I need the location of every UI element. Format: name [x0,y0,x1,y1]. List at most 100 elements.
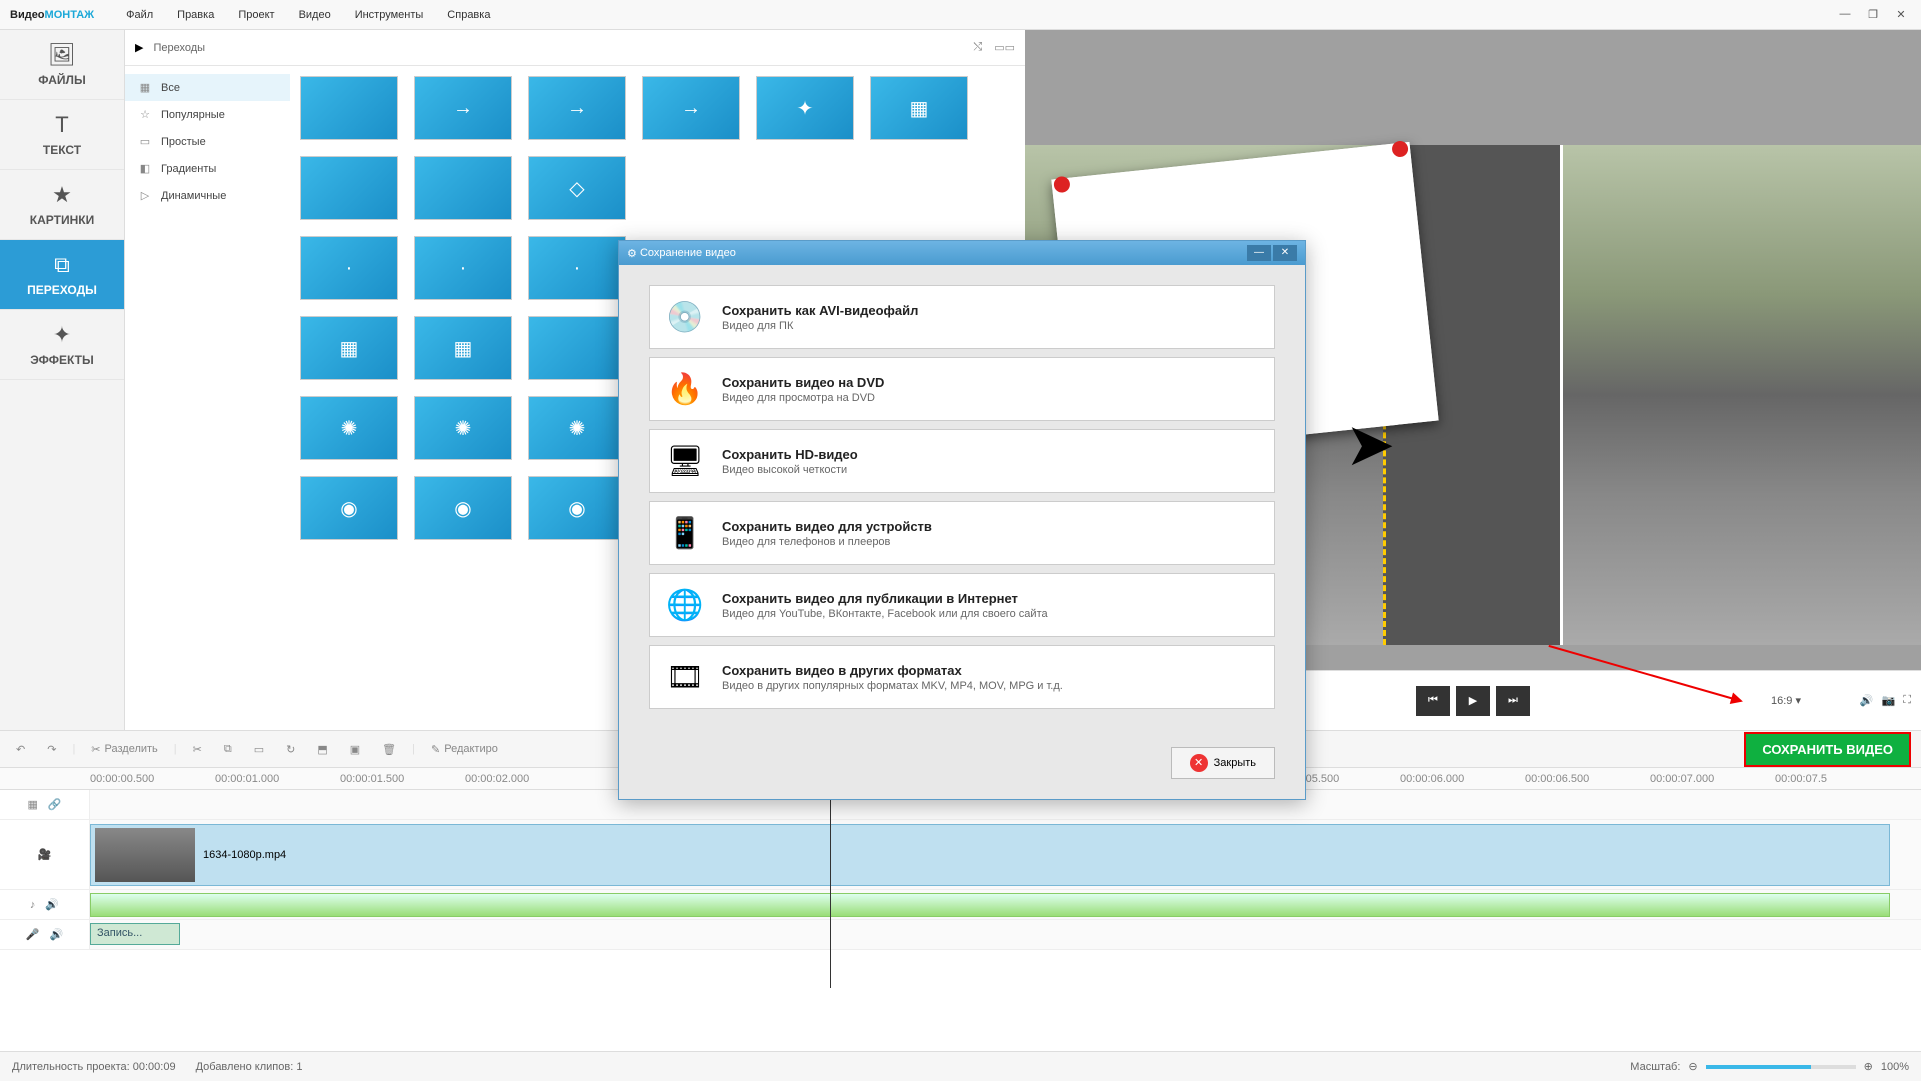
edit-button[interactable]: ✎ Редактиро [425,739,504,760]
disc-icon: 💿 [664,296,706,338]
phone-icon: 📱 [664,512,706,554]
menu-edit[interactable]: Правка [165,9,226,21]
crop-button[interactable]: ⬒ [311,739,333,760]
video-track[interactable]: 🎥 1634-1080p.mp4 [0,820,1921,890]
save-option-avi[interactable]: 💿Сохранить как AVI-видеофайлВидео для ПК [649,285,1275,349]
transition-thumb[interactable]: → [414,76,512,140]
minimize-icon[interactable]: — [1835,8,1855,21]
transition-thumb[interactable]: · [300,236,398,300]
delete-button[interactable]: 🗑 [376,739,402,760]
tab-files[interactable]: 🖼ФАЙЛЫ [0,30,124,100]
transition-thumb[interactable]: ◉ [528,476,626,540]
save-option-dvd[interactable]: 🔥Сохранить видео на DVDВидео для просмот… [649,357,1275,421]
transition-thumb[interactable] [414,156,512,220]
grid-icon: ▦ [137,81,153,94]
apply-all-icon[interactable]: ▭▭ [994,41,1015,54]
video-icon: 🎥 [38,848,52,861]
audio-track[interactable]: ♪🔊 [0,890,1921,920]
record-clip[interactable]: Запись... [90,923,180,945]
transition-thumb[interactable]: → [528,76,626,140]
transition-thumb[interactable]: ▦ [414,316,512,380]
zoom-slider[interactable] [1706,1065,1856,1069]
playhead[interactable] [830,788,831,988]
statusbar: Длительность проекта: 00:00:09 Добавлено… [0,1051,1921,1081]
dialog-close-action-button[interactable]: ✕Закрыть [1171,747,1275,779]
mic-icon: 🎤 [26,928,40,941]
transition-thumb[interactable]: · [414,236,512,300]
redo-button[interactable]: ↷ [41,739,62,760]
close-icon[interactable]: ✕ [1891,8,1911,21]
gradient-icon: ◧ [137,162,153,175]
zoom-out-button[interactable]: ⊖ [1688,1060,1697,1073]
transition-thumb[interactable]: ◉ [414,476,512,540]
paste-button[interactable]: ▭ [248,739,270,760]
speaker-icon[interactable]: 🔊 [50,928,64,941]
cat-simple[interactable]: ▭Простые [125,128,290,155]
transition-thumb[interactable]: ✦ [756,76,854,140]
menu-tools[interactable]: Инструменты [343,9,436,21]
save-option-other[interactable]: 🎞Сохранить видео в других форматахВидео … [649,645,1275,709]
transition-thumb[interactable] [528,316,626,380]
dialog-titlebar[interactable]: ⚙ Сохранение видео —✕ [619,241,1305,265]
volume-icon[interactable]: 🔊 [1860,694,1874,707]
timeline: ▦ 🔗 🎥 1634-1080p.mp4 ♪🔊 🎤 🔊 Запись... [0,790,1921,950]
split-button[interactable]: ✂ Разделить [85,739,164,760]
cat-dynamic[interactable]: ▷Динамичные [125,182,290,209]
menu-help[interactable]: Справка [435,9,502,21]
transition-thumb[interactable]: ▦ [300,316,398,380]
star-icon: ★ [52,182,72,208]
shuffle-icon[interactable]: ⤭ [973,41,982,54]
tab-text[interactable]: TТЕКСТ [0,100,124,170]
menu-project[interactable]: Проект [226,9,286,21]
cat-gradients[interactable]: ◧Градиенты [125,155,290,182]
save-dialog: ⚙ Сохранение видео —✕ 💿Сохранить как AVI… [618,240,1306,800]
effects-icon: ✦ [53,322,71,348]
aspect-selector[interactable]: 16:9 ▾ [1771,694,1801,707]
transitions-icon: ⧉ [54,252,70,278]
dialog-minimize-button[interactable]: — [1247,245,1271,261]
transition-thumb[interactable] [300,76,398,140]
rotate-button[interactable]: ↻ [280,739,301,760]
play-button[interactable]: ▶ [1456,686,1490,716]
cat-all[interactable]: ▦Все [125,74,290,101]
zoom-in-button[interactable]: ⊕ [1864,1060,1873,1073]
menubar: ВидеоМОНТАЖ Файл Правка Проект Видео Инс… [0,0,1921,30]
prev-button[interactable]: ⏮ [1416,686,1450,716]
adjust-button[interactable]: ▣ [344,739,366,760]
play-icon[interactable]: ▶ [135,41,143,54]
transition-thumb[interactable]: → [642,76,740,140]
transition-thumb[interactable]: ✺ [300,396,398,460]
link-icon[interactable]: 🔗 [48,798,62,811]
transition-thumb[interactable] [300,156,398,220]
transition-thumb[interactable]: ✺ [528,396,626,460]
tab-transitions[interactable]: ⧉ПЕРЕХОДЫ [0,240,124,310]
transition-thumb[interactable]: ◉ [300,476,398,540]
save-option-devices[interactable]: 📱Сохранить видео для устройствВидео для … [649,501,1275,565]
cut-button[interactable]: ✂ [187,739,208,760]
transition-thumb[interactable]: ✺ [414,396,512,460]
speaker-icon[interactable]: 🔊 [45,898,59,911]
expand-icon[interactable]: ▦ [27,798,37,811]
transition-thumb[interactable]: · [528,236,626,300]
video-clip[interactable]: 1634-1080p.mp4 [90,824,1890,886]
fullscreen-icon[interactable]: ⛶ [1903,694,1911,707]
save-video-button[interactable]: СОХРАНИТЬ ВИДЕО [1744,732,1911,767]
menu-file[interactable]: Файл [114,9,165,21]
transition-thumb[interactable]: ◇ [528,156,626,220]
save-option-hd[interactable]: 🖥Сохранить HD-видеоВидео высокой четкост… [649,429,1275,493]
image-icon: 🖼 [48,42,76,68]
copy-button[interactable]: ⧉ [218,739,238,760]
mic-track[interactable]: 🎤 🔊 Запись... [0,920,1921,950]
menu-video[interactable]: Видео [287,9,343,21]
transition-thumb[interactable]: ▦ [870,76,968,140]
undo-button[interactable]: ↶ [10,739,31,760]
snapshot-icon[interactable]: 📷 [1882,694,1896,707]
dialog-close-button[interactable]: ✕ [1273,245,1297,261]
next-button[interactable]: ⏭ [1496,686,1530,716]
tab-effects[interactable]: ✦ЭФФЕКТЫ [0,310,124,380]
cat-popular[interactable]: ☆Популярные [125,101,290,128]
audio-clip[interactable] [90,893,1890,917]
save-option-internet[interactable]: 🌐Сохранить видео для публикации в Интерн… [649,573,1275,637]
tab-pictures[interactable]: ★КАРТИНКИ [0,170,124,240]
maximize-icon[interactable]: ❐ [1863,8,1883,21]
